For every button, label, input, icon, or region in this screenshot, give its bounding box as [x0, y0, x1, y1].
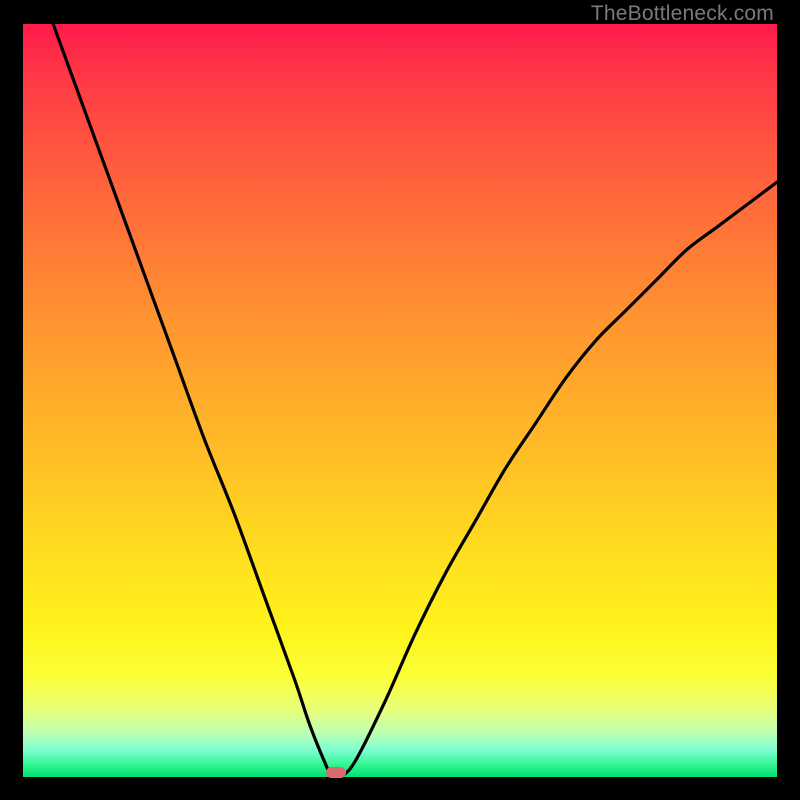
plot-area: [23, 24, 777, 777]
bottleneck-curve: [23, 24, 777, 777]
optimal-marker: [326, 767, 346, 778]
chart-frame: TheBottleneck.com: [0, 0, 800, 800]
watermark-text: TheBottleneck.com: [591, 2, 774, 26]
